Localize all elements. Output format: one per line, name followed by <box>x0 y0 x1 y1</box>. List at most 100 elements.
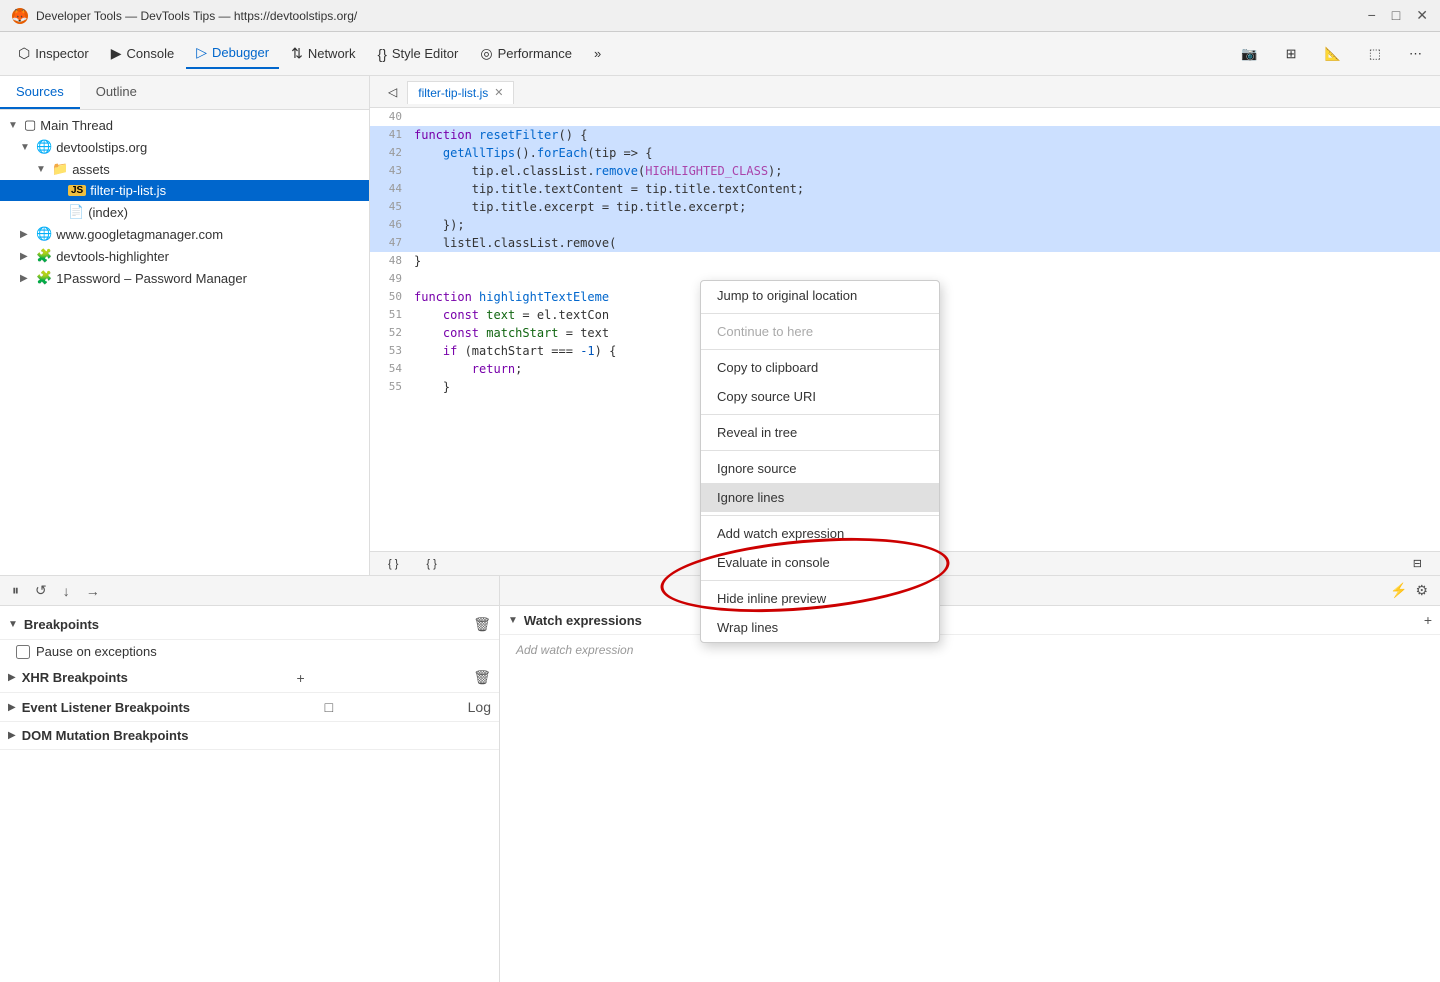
inspector-icon: ⬡ <box>18 45 30 62</box>
line-content-43: tip.el.classList.remove(HIGHLIGHTED_CLAS… <box>410 162 1440 180</box>
network-label: Network <box>308 46 356 61</box>
xhr-arrow: ▶ <box>8 672 16 683</box>
tree-gtm[interactable]: ▶ 🌐 www.googletagmanager.com <box>0 223 369 245</box>
bottom-right-panel: ⚡ ⚙ ▼ Watch expressions + Add watch expr… <box>500 576 1440 982</box>
watch-add-button[interactable]: + <box>1424 612 1432 628</box>
event-listener-section[interactable]: ▶ Event Listener Breakpoints □ Log <box>0 693 499 722</box>
tab-performance[interactable]: ◎ Performance <box>470 39 582 68</box>
menu-ignore-source[interactable]: Ignore source <box>701 454 939 483</box>
tab-outline[interactable]: Outline <box>80 76 153 109</box>
breakpoints-section[interactable]: ▼ Breakpoints 🗑 <box>0 610 499 640</box>
menu-continue-here[interactable]: Continue to here <box>701 317 939 346</box>
arrow-1password: ▶ <box>20 273 32 284</box>
tree-index[interactable]: 📄 (index) <box>0 201 369 223</box>
menu-add-watch[interactable]: Add watch expression <box>701 519 939 548</box>
pause-button[interactable]: ⏸ <box>8 580 23 601</box>
more-tools-button[interactable]: » <box>584 40 611 67</box>
line-num-40: 40 <box>370 108 410 126</box>
line-num-45: 45 <box>370 198 410 216</box>
sources-sidebar: Sources Outline ▼ ▢ Main Thread ▼ 🌐 devt… <box>0 76 370 575</box>
dom-arrow: ▶ <box>8 730 16 741</box>
js-badge: JS <box>68 185 86 196</box>
collapse-sidebar-button[interactable]: ◁ <box>378 79 407 105</box>
firefox-favicon: 🦊 <box>12 8 28 24</box>
tab-console[interactable]: ▶ Console <box>101 39 184 68</box>
close-button[interactable]: ✕ <box>1416 7 1428 24</box>
tab-style-editor[interactable]: {} Style Editor <box>368 40 469 68</box>
xhr-add[interactable]: + <box>296 670 304 686</box>
responsive-button[interactable]: ⊞ <box>1276 40 1307 68</box>
watch-placeholder: Add watch expression <box>500 635 1440 665</box>
context-menu: Jump to original location Continue to he… <box>700 280 940 643</box>
maximize-button[interactable]: □ <box>1392 7 1400 24</box>
tree-main-thread[interactable]: ▼ ▢ Main Thread <box>0 114 369 136</box>
tab-inspector[interactable]: ⬡ Inspector <box>8 39 99 68</box>
separator-4 <box>701 450 939 451</box>
settings-button[interactable]: ⚙ <box>1411 580 1432 601</box>
scroll-to-cursor[interactable]: ⊟ <box>1403 551 1432 575</box>
menu-evaluate-console[interactable]: Evaluate in console <box>701 548 939 577</box>
index-label: (index) <box>88 205 128 220</box>
tree-filter-js[interactable]: JS filter-tip-list.js <box>0 180 369 201</box>
event-checkbox[interactable]: □ <box>325 699 333 715</box>
xhr-delete[interactable]: 🗑 <box>473 669 491 686</box>
menu-wrap-lines[interactable]: Wrap lines <box>701 613 939 642</box>
xhr-title: XHR Breakpoints <box>22 670 128 685</box>
window-title: Developer Tools — DevTools Tips — https:… <box>36 9 357 23</box>
tab-debugger[interactable]: ▷ Debugger <box>186 38 279 69</box>
separator-6 <box>701 580 939 581</box>
tree-1password[interactable]: ▶ 🧩 1Password – Password Manager <box>0 267 369 289</box>
line-content-46: }); <box>410 216 1440 234</box>
pretty-print-button[interactable]: { } <box>378 552 408 576</box>
folder-icon: 📁 <box>52 161 68 177</box>
1password-label: 1Password – Password Manager <box>56 271 247 286</box>
minimize-button[interactable]: − <box>1368 7 1376 24</box>
tree-devtoolstips[interactable]: ▼ 🌐 devtoolstips.org <box>0 136 369 158</box>
menu-ignore-lines[interactable]: Ignore lines <box>701 483 939 512</box>
menu-reveal-tree[interactable]: Reveal in tree <box>701 418 939 447</box>
assets-label: assets <box>72 162 110 177</box>
overflow-button[interactable]: ⋯ <box>1399 40 1432 68</box>
highlighter-label: devtools-highlighter <box>56 249 169 264</box>
line-num-46: 46 <box>370 216 410 234</box>
screenshot-button[interactable]: 📷 <box>1231 40 1267 68</box>
title-bar-left: 🦊 Developer Tools — DevTools Tips — http… <box>12 8 357 24</box>
step-over-button[interactable]: ↺ <box>31 580 51 601</box>
line-content-47: listEl.classList.remove( <box>410 234 1440 252</box>
line-content-42: getAllTips().forEach(tip => { <box>410 144 1440 162</box>
debugger-controls: ⏸ ↺ ↓ → <box>0 576 499 606</box>
step-in-button[interactable]: ↓ <box>59 581 74 601</box>
tab-close-icon[interactable]: ✕ <box>494 86 503 99</box>
menu-copy-clipboard[interactable]: Copy to clipboard <box>701 353 939 382</box>
breakpoints-delete[interactable]: 🗑 <box>473 616 491 633</box>
dom-mutation-section[interactable]: ▶ DOM Mutation Breakpoints <box>0 722 499 750</box>
step-out-button[interactable]: → <box>82 581 104 601</box>
menu-hide-preview[interactable]: Hide inline preview <box>701 584 939 613</box>
debugger-icon: ▷ <box>196 44 207 61</box>
devtools-toolbar: ⬡ Inspector ▶ Console ▷ Debugger ⇅ Netwo… <box>0 32 1440 76</box>
menu-copy-uri[interactable]: Copy source URI <box>701 382 939 411</box>
ruler-button[interactable]: 📐 <box>1315 40 1351 68</box>
extension-icon-2: 🧩 <box>36 270 52 286</box>
line-num-50: 50 <box>370 288 410 306</box>
pause-on-exceptions-checkbox[interactable] <box>16 645 30 659</box>
line-content-44: tip.title.textContent = tip.title.textCo… <box>410 180 1440 198</box>
disable-breakpoints-button[interactable]: ⚡ <box>1386 580 1411 601</box>
xhr-breakpoints-section[interactable]: ▶ XHR Breakpoints + 🗑 <box>0 663 499 693</box>
code-tab-filter-js[interactable]: filter-tip-list.js ✕ <box>407 81 514 104</box>
tab-network[interactable]: ⇅ Network <box>281 39 365 68</box>
pause-on-exceptions-item: Pause on exceptions <box>0 640 499 663</box>
line-num-51: 51 <box>370 306 410 324</box>
blackbox-button[interactable]: { } <box>416 552 446 576</box>
tab-sources[interactable]: Sources <box>0 76 80 109</box>
dock-button[interactable]: ⬚ <box>1359 40 1391 68</box>
menu-jump-original[interactable]: Jump to original location <box>701 281 939 310</box>
tree-highlighter[interactable]: ▶ 🧩 devtools-highlighter <box>0 245 369 267</box>
event-log[interactable]: Log <box>468 699 491 715</box>
code-line-48: 48 } <box>370 252 1440 270</box>
status-left: { } { } <box>378 552 447 576</box>
line-content-48: } <box>410 252 1440 270</box>
code-line-45: 45 tip.title.excerpt = tip.title.excerpt… <box>370 198 1440 216</box>
tree-assets[interactable]: ▼ 📁 assets <box>0 158 369 180</box>
line-num-49: 49 <box>370 270 410 288</box>
